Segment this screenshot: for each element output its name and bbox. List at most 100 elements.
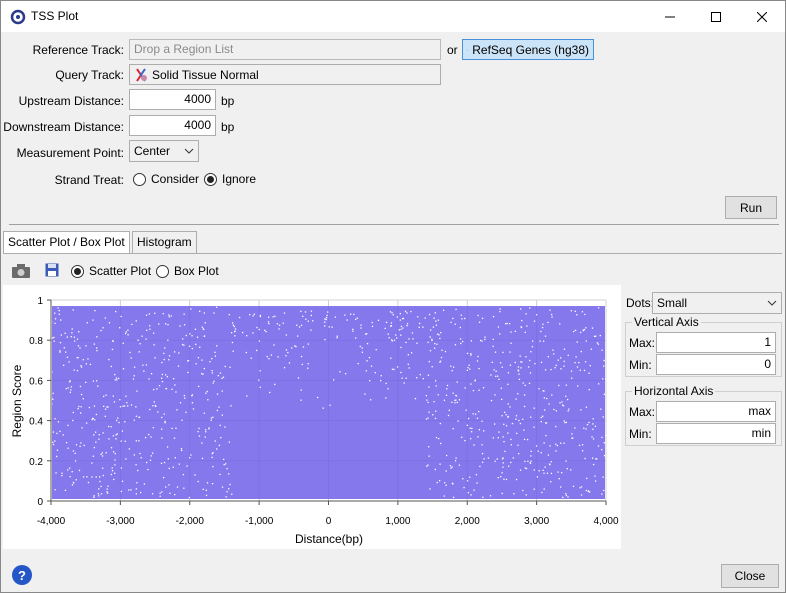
scatter-gap <box>543 488 545 490</box>
downstream-distance-input[interactable]: 4000 <box>129 115 216 136</box>
scatter-gap <box>174 457 176 459</box>
scatter-gap <box>436 343 438 345</box>
scatter-gap <box>402 327 404 329</box>
scatter-gap <box>199 310 201 312</box>
close-window-button[interactable] <box>739 1 785 32</box>
scatter-gap <box>555 443 557 445</box>
close-button[interactable]: Close <box>721 564 779 588</box>
scatter-gap <box>300 399 302 401</box>
scatter-gap <box>600 408 602 410</box>
upstream-unit: bp <box>221 94 235 108</box>
scatter-gap <box>278 324 281 326</box>
scatter-gap <box>366 342 369 345</box>
dots-size-select[interactable]: Small <box>652 292 782 314</box>
horizontal-min-input[interactable]: min <box>656 423 776 444</box>
scatter-gap <box>443 399 446 401</box>
scatter-gap <box>250 357 252 359</box>
scatter-gap <box>402 317 405 320</box>
scatter-gap <box>530 460 532 462</box>
camera-icon[interactable] <box>11 263 31 279</box>
scatter-gap <box>72 411 75 414</box>
scatter-gap <box>216 409 219 412</box>
scatter-gap <box>533 320 536 322</box>
scatter-gap <box>312 320 314 322</box>
horizontal-max-input[interactable]: max <box>656 401 776 422</box>
reference-track-drop-field[interactable]: Drop a Region List <box>129 39 441 60</box>
scatter-gap <box>179 402 182 404</box>
scatter-gap <box>426 465 428 467</box>
scatter-gap <box>154 357 156 359</box>
scatter-gap <box>121 480 124 482</box>
scatter-gap <box>288 362 291 364</box>
scatter-gap <box>285 334 288 336</box>
tab-histogram[interactable]: Histogram <box>132 231 197 253</box>
scatter-gap <box>464 387 466 389</box>
scatter-gap <box>499 333 501 335</box>
scatter-gap <box>542 469 544 472</box>
scatter-gap <box>602 416 604 418</box>
vertical-min-input[interactable]: 0 <box>656 354 776 375</box>
scatter-gap <box>582 329 585 332</box>
scatter-gap <box>434 468 436 471</box>
scatter-gap <box>238 316 241 319</box>
scatter-gap <box>538 388 540 390</box>
scatter-gap <box>102 327 104 329</box>
scatter-gap <box>170 315 172 317</box>
scatter-plot-radio[interactable]: Scatter Plot <box>71 264 151 278</box>
scatter-gap <box>111 340 114 342</box>
scatter-gap <box>505 478 508 481</box>
scatter-gap <box>493 369 495 371</box>
scatter-gap <box>429 488 431 490</box>
scatter-gap <box>532 340 534 342</box>
scatter-gap <box>77 345 80 347</box>
scatter-gap <box>581 444 584 446</box>
scatter-gap <box>197 480 199 483</box>
minimize-button[interactable] <box>647 1 693 32</box>
help-icon[interactable]: ? <box>12 565 32 585</box>
scatter-gap <box>584 457 586 460</box>
scatter-gap <box>434 417 437 420</box>
scatter-gap <box>165 387 168 390</box>
refseq-genes-option[interactable]: RefSeq Genes (hg38) <box>462 39 594 60</box>
scatter-gap <box>585 428 587 430</box>
scatter-gap <box>545 434 547 437</box>
measurement-point-select[interactable]: Center <box>129 140 199 162</box>
y-tick-label: 0.2 <box>29 457 43 468</box>
scatter-gap <box>560 442 562 444</box>
strand-ignore-radio[interactable]: Ignore <box>204 172 256 186</box>
scatter-gap <box>124 440 126 442</box>
scatter-gap <box>594 475 596 477</box>
scatter-gap <box>182 473 185 476</box>
scatter-gap <box>133 419 135 421</box>
scatter-gap <box>266 355 268 358</box>
query-track-field[interactable]: Solid Tissue Normal <box>129 64 441 85</box>
scatter-gap <box>404 310 407 313</box>
scatter-gap <box>604 378 607 381</box>
scatter-gap <box>82 359 84 361</box>
box-plot-radio[interactable]: Box Plot <box>156 264 219 278</box>
save-icon[interactable] <box>45 263 59 277</box>
vertical-max-input[interactable]: 1 <box>656 332 776 353</box>
scatter-gap <box>501 366 503 368</box>
maximize-button[interactable] <box>693 1 739 32</box>
scatter-gap <box>138 416 140 418</box>
vertical-min-label: Min: <box>629 358 652 372</box>
upstream-distance-input[interactable]: 4000 <box>129 89 216 110</box>
scatter-gap <box>72 419 74 422</box>
scatter-gap <box>202 373 204 375</box>
tab-scatter-box-plot[interactable]: Scatter Plot / Box Plot <box>3 231 130 254</box>
scatter-gap <box>400 328 402 331</box>
strand-consider-radio[interactable]: Consider <box>133 172 199 186</box>
scatter-gap <box>344 314 346 316</box>
scatter-gap <box>138 351 140 353</box>
x-tick-label: 4,000 <box>593 516 618 527</box>
scatter-gap <box>110 447 113 449</box>
scatter-gap <box>74 340 76 342</box>
scatter-gap <box>400 346 402 349</box>
scatter-gap <box>414 397 417 400</box>
scatter-gap <box>135 440 137 442</box>
run-button[interactable]: Run <box>725 196 777 219</box>
scatter-chart[interactable]: -4,000 -3,000 -2,000 -1,000 0 1,000 2,000 3,000… <box>3 285 621 549</box>
scatter-gap <box>155 405 157 408</box>
scatter-gap <box>391 368 394 370</box>
